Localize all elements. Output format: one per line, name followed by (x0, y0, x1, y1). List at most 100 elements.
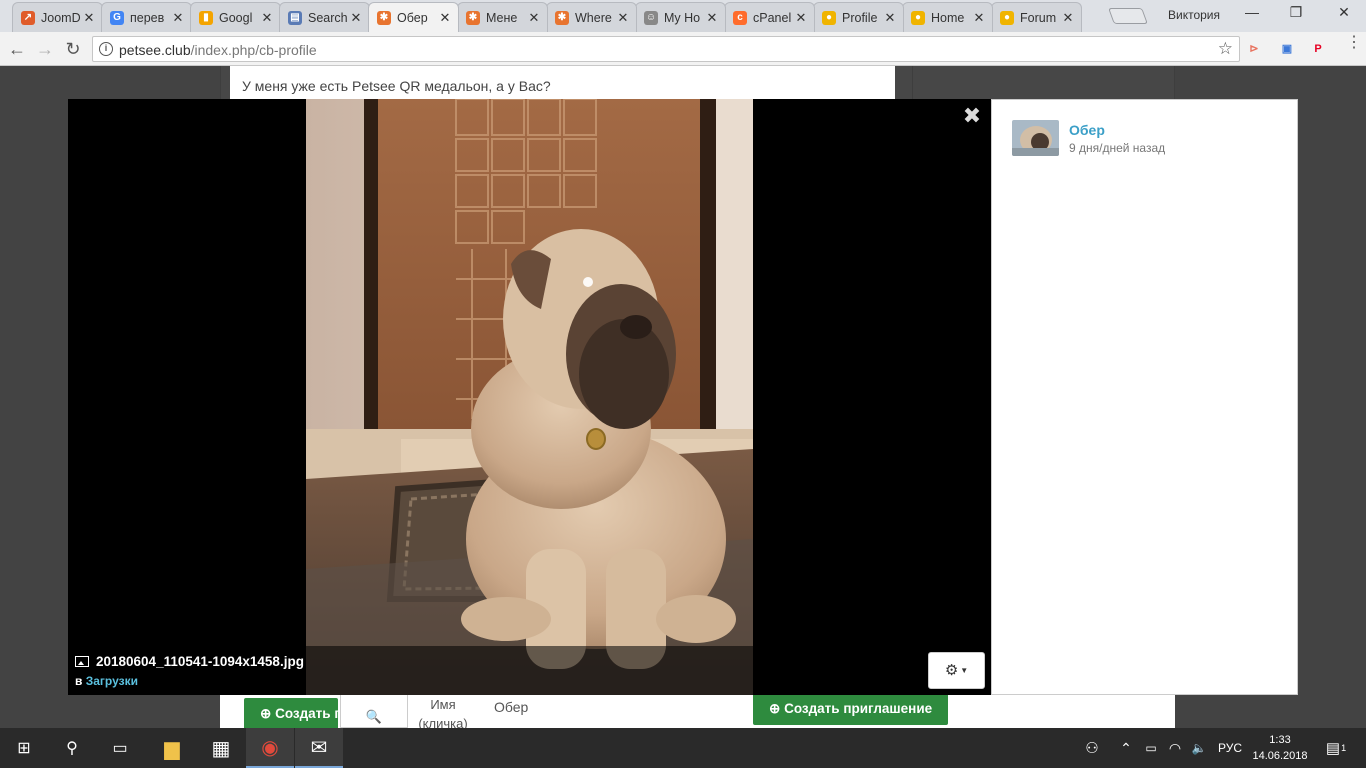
battery-icon[interactable]: ▭ (1140, 728, 1162, 768)
browser-tab[interactable]: Gперев ✕ (101, 2, 192, 32)
store-icon[interactable]: ▦ (197, 728, 245, 768)
create-invitation-label-visible: Создать приглашение (784, 701, 933, 716)
name-field-value-visible: Обер (494, 699, 529, 715)
profile-name[interactable]: Виктория (1168, 8, 1220, 22)
name-field-label-visible: Имя (кличка) (412, 695, 474, 728)
browser-tab[interactable]: ☺ My Ho ✕ (635, 2, 726, 32)
url-path: /index.php/cb-profile (190, 42, 317, 58)
tab-close-icon[interactable]: ✕ (1061, 10, 1075, 26)
file-explorer-icon[interactable]: ▆ (148, 728, 196, 768)
plus-icon: ⊕ (769, 701, 781, 716)
mail-icon[interactable]: ✉ (295, 728, 343, 768)
chevron-up-icon[interactable]: ⌃ (1116, 728, 1136, 768)
album-link[interactable]: Загрузки (86, 674, 138, 688)
url-text[interactable]: petsee.club/index.php/cb-profile (119, 42, 317, 58)
site-info-icon[interactable]: i (99, 42, 113, 56)
extension-icon-1[interactable]: ⊳ (1245, 40, 1263, 58)
tab-strip: ↗ JoomD ✕ Gперев ✕ ▮ Googl ✕ ▤ Search ✕ ✱ Обер ✕ ✱ Мене… (0, 0, 1366, 32)
tab-label: перев (130, 10, 165, 25)
tab-close-icon[interactable]: ✕ (82, 10, 96, 26)
photo-options-button[interactable]: ⚙ ▼ (928, 652, 985, 689)
photo-caption: 20180604_110541-1094x1458.jpg в Загрузки (68, 646, 991, 695)
tab-close-icon[interactable]: ✕ (616, 10, 630, 26)
tab-favicon-icon: ● (1000, 10, 1014, 25)
bookmark-star-icon[interactable]: ☆ (1218, 39, 1233, 59)
tab-favicon-icon: ✱ (555, 10, 569, 25)
photo-filename-row: 20180604_110541-1094x1458.jpg (75, 654, 304, 669)
browser-tab[interactable]: ● Profile ✕ (813, 2, 904, 32)
browser-tab[interactable]: ● Forum ✕ (991, 2, 1082, 32)
tab-close-icon[interactable]: ✕ (527, 10, 541, 26)
new-tab-button[interactable] (1108, 8, 1148, 24)
people-icon[interactable]: ⚇ (1080, 728, 1104, 768)
tab-favicon-icon: ● (911, 10, 925, 25)
task-view-icon[interactable]: ▭ (96, 728, 144, 768)
page-bottom-strip: ⊕ Создать п 🔍 Имя (кличка) Обер ⊕ Создать… (220, 695, 1175, 728)
tab-label: JoomD (41, 10, 81, 25)
search-icon: 🔍 (365, 709, 383, 724)
notifications-icon[interactable]: ▤ 1 (1318, 728, 1354, 768)
tab-close-icon[interactable]: ✕ (171, 10, 185, 26)
url-domain: petsee.club (119, 42, 191, 58)
browser-menu-icon[interactable]: ⋮ (1346, 35, 1362, 51)
back-icon[interactable]: ← (6, 38, 28, 60)
owner-name-link[interactable]: Обер (1069, 122, 1105, 138)
search-icon[interactable]: ⚲ (48, 728, 96, 768)
caret-down-icon: ▼ (960, 666, 969, 675)
search-button-visible[interactable]: 🔍 (340, 695, 408, 728)
start-icon[interactable]: ⊞ (0, 728, 48, 768)
tab-close-icon[interactable]: ✕ (972, 10, 986, 26)
language-indicator[interactable]: РУС (1214, 728, 1246, 768)
extension-icon-2[interactable]: ▣ (1278, 40, 1296, 58)
browser-tab[interactable]: ↗ JoomD ✕ (12, 2, 103, 32)
tab-close-icon[interactable]: ✕ (883, 10, 897, 26)
tab-label: Search (308, 10, 348, 25)
status-text-visible: У меня уже есть Petsee QR медальон, а у … (242, 78, 551, 94)
tab-close-icon[interactable]: ✕ (349, 10, 363, 26)
browser-tab[interactable]: ✱ Обер ✕ (368, 2, 459, 32)
album-prefix: в (75, 674, 83, 688)
owner-avatar[interactable] (1012, 120, 1059, 156)
tab-label: Profile (842, 10, 878, 25)
tab-favicon-icon: ▤ (288, 10, 302, 25)
plus-icon: ⊕ (260, 706, 272, 721)
photo-filename: 20180604_110541-1094x1458.jpg (96, 654, 304, 669)
tab-label: Where (575, 10, 612, 25)
volume-icon[interactable]: 🔈 (1188, 728, 1210, 768)
tab-label: My Ho (664, 10, 701, 25)
reload-icon[interactable]: ↻ (62, 38, 84, 60)
action-center-icon: ▤ (1325, 740, 1341, 757)
browser-tab[interactable]: ✱ Мене ✕ (457, 2, 548, 32)
field-label-line1-visible: Имя (430, 697, 456, 712)
tab-label: cPanel (753, 10, 792, 25)
tab-favicon-icon: ↗ (21, 10, 35, 25)
album-row: в Загрузки (75, 674, 138, 688)
browser-tab[interactable]: c cPanel ✕ (724, 2, 815, 32)
wifi-icon[interactable]: ◠ (1164, 728, 1186, 768)
clock-date: 14.06.2018 (1252, 750, 1308, 762)
tab-close-icon[interactable]: ✕ (705, 10, 719, 26)
create-button-partial-visible[interactable]: ⊕ Создать п (244, 698, 338, 728)
tab-close-icon[interactable]: ✕ (260, 10, 274, 26)
photo-lightbox: ✖ 20180604_110541-1094x1458.jpg в Загруз… (68, 99, 1298, 695)
address-bar[interactable]: i petsee.club/index.php/cb-profile ☆ (92, 36, 1240, 62)
maximize-icon[interactable]: ❐ (1286, 4, 1306, 21)
tab-close-icon[interactable]: ✕ (794, 10, 808, 26)
minimize-icon[interactable]: — (1242, 4, 1262, 20)
upload-time: 9 дня/дней назад (1069, 141, 1166, 155)
browser-tab[interactable]: ▤ Search ✕ (279, 2, 370, 32)
clock[interactable]: 1:33 14.06.2018 (1252, 732, 1308, 764)
browser-tab[interactable]: ● Home ✕ (902, 2, 993, 32)
close-window-icon[interactable]: ✕ (1334, 4, 1354, 21)
close-lightbox-icon[interactable]: ✖ (960, 103, 984, 129)
tab-favicon-icon: ▮ (199, 10, 213, 25)
tab-close-icon[interactable]: ✕ (438, 10, 452, 26)
status-bar-visible: У меня уже есть Petsee QR медальон, а у … (230, 66, 895, 99)
create-invitation-button-visible[interactable]: ⊕ Создать приглашение (753, 695, 949, 725)
browser-tab[interactable]: ✱ Where ✕ (546, 2, 637, 32)
browser-tab[interactable]: ▮ Googl ✕ (190, 2, 281, 32)
forward-icon[interactable]: → (34, 38, 56, 60)
chrome-icon[interactable]: ◉ (246, 728, 294, 768)
pinterest-icon[interactable]: P (1309, 40, 1327, 58)
tab-label: Forum (1020, 10, 1057, 25)
